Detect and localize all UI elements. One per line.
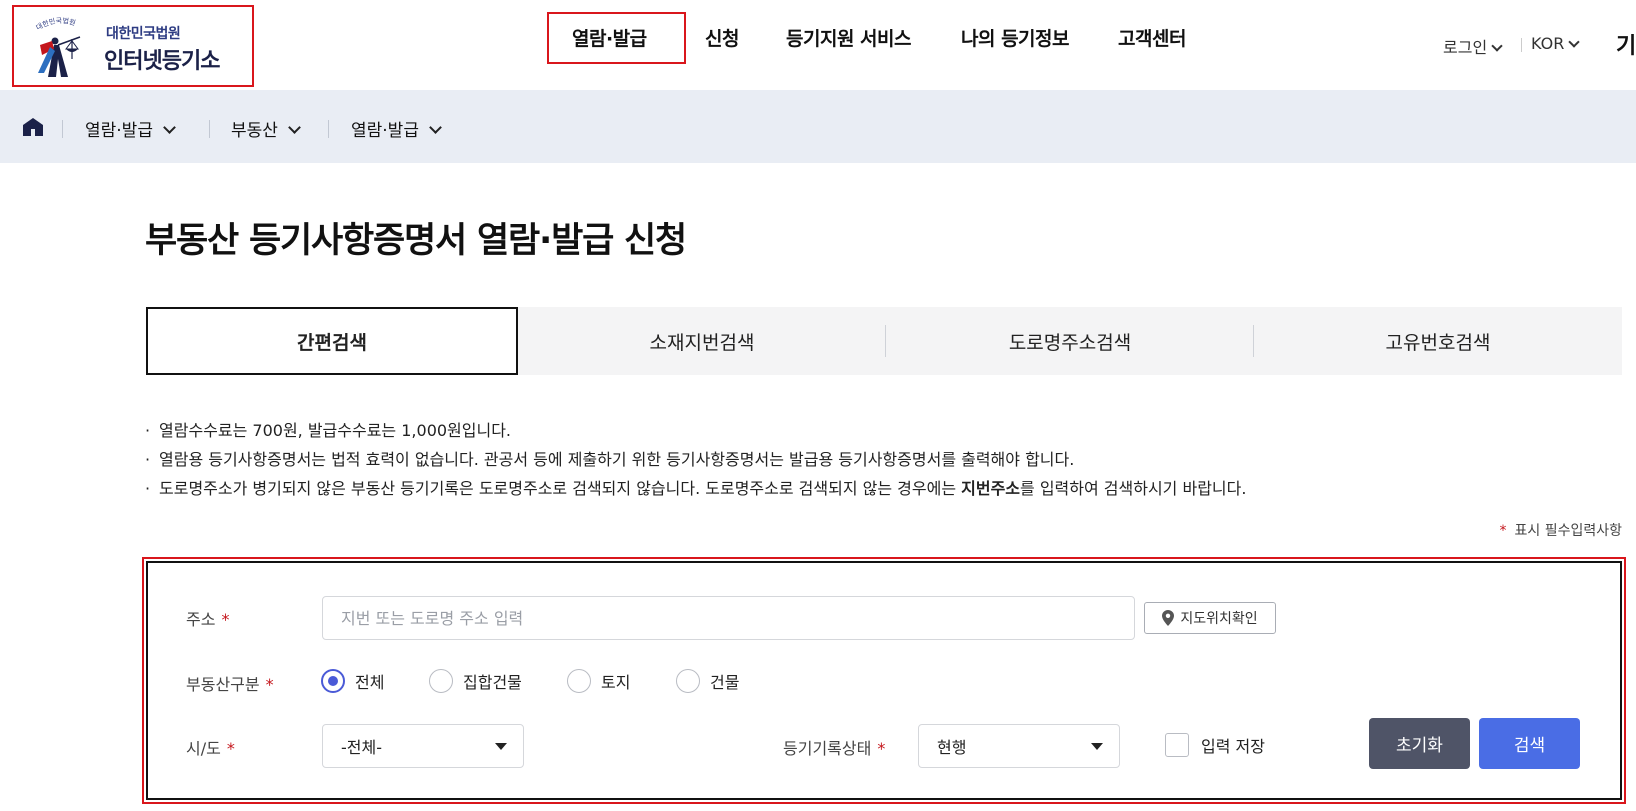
login-label: 로그인 (1443, 38, 1488, 57)
caret-down-icon (495, 743, 507, 750)
tab-simple-search[interactable]: 간편검색 (146, 307, 518, 375)
map-pin-icon (1162, 610, 1175, 626)
gnb-item-apply[interactable]: 신청 (705, 24, 739, 51)
chevron-down-icon (163, 121, 176, 134)
breadcrumb-item-view-issue[interactable]: 열람·발급 (85, 116, 176, 141)
radio-circle (321, 669, 345, 693)
address-label: 주소 * (186, 610, 230, 629)
svg-text:대한민국법원: 대한민국법원 (35, 16, 77, 32)
radio-land[interactable]: 토지 (567, 669, 630, 693)
notice-road-address: · 도로명주소가 병기되지 않은 부동산 등기기록은 도로명주소로 검색되지 않습… (145, 479, 1247, 498)
breadcrumb-divider (328, 120, 329, 138)
search-tabs: 간편검색 소재지번검색 도로명주소검색 고유번호검색 (146, 307, 1622, 375)
sido-value: -전체- (341, 738, 382, 757)
required-star: * (1499, 523, 1507, 539)
breadcrumb-label: 부동산 (231, 121, 278, 141)
save-input-checkbox[interactable]: 입력 저장 (1165, 733, 1265, 757)
breadcrumb-item-real-estate[interactable]: 부동산 (231, 116, 301, 141)
record-status-select[interactable]: 현행 (918, 724, 1120, 768)
gnb-item-view-issue[interactable]: 열람·발급 (572, 24, 647, 51)
gnb-item-my-registry[interactable]: 나의 등기정보 (961, 24, 1070, 51)
logo-arc-text: 대한민국법원 (35, 16, 77, 32)
logo-subtitle: 대한민국법원 (106, 26, 181, 42)
record-status-value: 현행 (937, 738, 967, 757)
notice-legal-effect: · 열람용 등기사항증명서는 법적 효력이 없습니다. 관공서 등에 제출하기 위… (145, 450, 1075, 469)
map-location-button[interactable]: 지도위치확인 (1144, 602, 1276, 634)
caret-down-icon (1091, 743, 1103, 750)
breadcrumb: 열람·발급 부동산 열람·발급 (0, 90, 1636, 163)
breadcrumb-label: 열람·발급 (351, 121, 419, 141)
breadcrumb-label: 열람·발급 (85, 121, 153, 141)
radio-circle (567, 669, 591, 693)
util-divider (1521, 38, 1522, 52)
logo-title: 인터넷등기소 (104, 49, 220, 74)
tab-lot-number-search[interactable]: 소재지번검색 (518, 307, 886, 375)
court-emblem-icon: 대한민국법원 (35, 16, 81, 77)
notice-fee: · 열람수수료는 700원, 발급수수료는 1,000원입니다. (145, 421, 512, 440)
required-fields-note: * 표시 필수입력사항 (1500, 520, 1623, 540)
radio-all[interactable]: 전체 (321, 669, 384, 693)
breadcrumb-item-view-issue-sub[interactable]: 열람·발급 (351, 116, 442, 141)
tab-unique-number-search[interactable]: 고유번호검색 (1254, 307, 1622, 375)
radio-building[interactable]: 건물 (676, 669, 739, 693)
chevron-down-icon (288, 121, 301, 134)
page-title: 부동산 등기사항증명서 열람·발급 신청 (145, 221, 687, 261)
radio-circle (429, 669, 453, 693)
language-label: KOR (1531, 34, 1565, 53)
chevron-down-icon (1568, 36, 1580, 48)
login-menu[interactable]: 로그인 (1443, 34, 1503, 58)
sido-select[interactable]: -전체- (322, 724, 524, 768)
site-logo[interactable]: 대한민국법원 대한민국법원 인터넷등기소 (12, 5, 254, 87)
search-button[interactable]: 검색 (1479, 718, 1580, 769)
reset-button[interactable]: 초기화 (1369, 718, 1470, 769)
breadcrumb-divider (62, 120, 63, 138)
save-input-label: 입력 저장 (1201, 737, 1265, 756)
sido-label: 시/도 * (186, 739, 235, 758)
chevron-down-icon (429, 121, 442, 134)
language-select[interactable]: KOR (1531, 34, 1580, 53)
breadcrumb-divider (209, 120, 210, 138)
site-header: 대한민국법원 대한민국법원 인터넷등기소 열람·발급 신청 등기지원 서비스 나… (0, 0, 1636, 90)
radio-aggregate-building[interactable]: 집합건물 (429, 669, 522, 693)
checkbox-box (1165, 733, 1189, 757)
map-button-label: 지도위치확인 (1180, 611, 1258, 627)
property-type-label: 부동산구분 * (186, 675, 274, 694)
record-status-label: 등기기록상태 * (783, 739, 886, 758)
home-icon[interactable] (22, 117, 44, 137)
required-note-text: 표시 필수입력사항 (1514, 523, 1623, 539)
gnb-item-support-service[interactable]: 등기지원 서비스 (786, 24, 911, 51)
gnb-item-customer-center[interactable]: 고객센터 (1118, 24, 1186, 51)
address-input[interactable] (322, 596, 1135, 640)
tab-road-address-search[interactable]: 도로명주소검색 (886, 307, 1254, 375)
radio-circle (676, 669, 700, 693)
notice-list: · 열람수수료는 700원, 발급수수료는 1,000원입니다. · 열람용 등기사… (145, 416, 1625, 503)
overflow-menu-text[interactable]: 기 (1616, 28, 1636, 60)
chevron-down-icon (1491, 40, 1503, 52)
